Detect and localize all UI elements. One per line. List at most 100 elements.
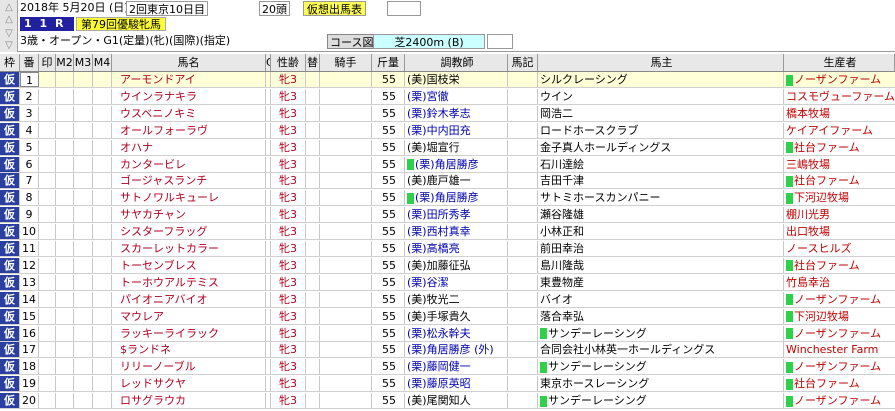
- horse-name[interactable]: リリーノーブル: [112, 359, 266, 375]
- table-row[interactable]: 仮 8 サトノワルキューレ 牝3 55 (栗)角居勝彦 サトミホースカンパニー 下河辺牧場: [0, 190, 895, 207]
- horse-name[interactable]: レッドサクヤ: [112, 376, 266, 392]
- mark2-cell[interactable]: [56, 393, 74, 409]
- memo-cell[interactable]: [508, 291, 538, 307]
- breeder-cell[interactable]: Winchester Farm: [784, 342, 895, 357]
- mark3-cell[interactable]: [74, 376, 93, 392]
- mark1-cell[interactable]: [39, 173, 56, 189]
- horse-name[interactable]: ウインラナキラ: [112, 88, 266, 104]
- jockey-cell[interactable]: [320, 122, 372, 138]
- blank-field[interactable]: [387, 1, 421, 16]
- mark3-cell[interactable]: [74, 359, 93, 375]
- table-row[interactable]: 仮 7 ゴージャスランチ 牝3 55 (美)鹿戸雄一 吉田千津 社台ファーム: [0, 173, 895, 190]
- mark2-cell[interactable]: [56, 274, 74, 290]
- jockey-cell[interactable]: [320, 376, 372, 392]
- mark3-cell[interactable]: [74, 291, 93, 307]
- owner-cell[interactable]: バイオ: [538, 291, 784, 307]
- mark4-cell[interactable]: [93, 224, 112, 240]
- jockey-cell[interactable]: [320, 325, 372, 341]
- col-mark4[interactable]: M4: [93, 54, 112, 71]
- breeder-cell[interactable]: 社台ファーム: [784, 140, 895, 155]
- mark2-cell[interactable]: [56, 72, 74, 87]
- mark1-cell[interactable]: [39, 122, 56, 138]
- col-weight[interactable]: 斤量: [372, 54, 405, 71]
- breeder-cell[interactable]: コスモヴューファーム: [784, 89, 895, 104]
- breeder-cell[interactable]: 下河辺牧場: [784, 190, 895, 205]
- trainer-cell[interactable]: (栗)藤岡健一: [405, 359, 508, 375]
- mark4-cell[interactable]: [93, 105, 112, 121]
- mark2-cell[interactable]: [56, 241, 74, 256]
- trainer-cell[interactable]: (栗)田所秀孝: [405, 207, 508, 223]
- mark3-cell[interactable]: [74, 325, 93, 341]
- horse-name[interactable]: シスターフラッグ: [112, 224, 266, 240]
- col-waku[interactable]: 枠: [0, 54, 20, 71]
- mark4-cell[interactable]: [93, 241, 112, 256]
- horse-name[interactable]: サヤカチャン: [112, 207, 266, 223]
- mark1-cell[interactable]: [39, 105, 56, 121]
- mark1-cell[interactable]: [39, 156, 56, 172]
- jockey-cell[interactable]: [320, 274, 372, 290]
- jockey-cell[interactable]: [320, 241, 372, 256]
- mode-label[interactable]: 仮想出馬表: [303, 1, 366, 16]
- mark4-cell[interactable]: [93, 207, 112, 223]
- breeder-cell[interactable]: ノーザンファーム: [784, 393, 895, 408]
- trainer-cell[interactable]: (栗)角居勝彦 (外): [405, 342, 508, 358]
- trainer-cell[interactable]: (美)加藤征弘: [405, 257, 508, 273]
- down-arrow-icon[interactable]: ▽ ▽: [1, 28, 17, 52]
- horse-name[interactable]: トーホウアルテミス: [112, 274, 266, 290]
- mark4-cell[interactable]: [93, 393, 112, 409]
- mark3-cell[interactable]: [74, 274, 93, 290]
- jockey-cell[interactable]: [320, 257, 372, 273]
- memo-cell[interactable]: [508, 257, 538, 273]
- trainer-cell[interactable]: (美)鹿戸雄一: [405, 173, 508, 189]
- jockey-cell[interactable]: [320, 359, 372, 375]
- mark3-cell[interactable]: [74, 190, 93, 206]
- trainer-cell[interactable]: (栗)角居勝彦: [405, 190, 508, 206]
- jockey-cell[interactable]: [320, 173, 372, 189]
- horse-name[interactable]: オハナ: [112, 139, 266, 155]
- mark4-cell[interactable]: [93, 342, 112, 358]
- course-map-button[interactable]: コース図: [327, 34, 377, 49]
- breeder-cell[interactable]: ノースヒルズ: [784, 241, 895, 256]
- memo-cell[interactable]: [508, 139, 538, 155]
- breeder-cell[interactable]: 出口牧場: [784, 224, 895, 239]
- breeder-cell[interactable]: 社台ファーム: [784, 173, 895, 188]
- jockey-cell[interactable]: [320, 88, 372, 104]
- mark4-cell[interactable]: [93, 173, 112, 189]
- mark3-cell[interactable]: [74, 224, 93, 240]
- table-row[interactable]: 仮 3 ウスベニノキミ 牝3 55 (栗)鈴木孝志 岡浩二 橋本牧場: [0, 105, 895, 122]
- col-trainer[interactable]: 調教師: [405, 54, 508, 71]
- mark4-cell[interactable]: [93, 88, 112, 104]
- horse-name[interactable]: $ランドネ: [112, 342, 266, 358]
- horse-name[interactable]: ラッキーライラック: [112, 325, 266, 341]
- memo-cell[interactable]: [508, 376, 538, 392]
- horse-name[interactable]: ウスベニノキミ: [112, 105, 266, 121]
- memo-cell[interactable]: [508, 325, 538, 341]
- mark3-cell[interactable]: [74, 105, 93, 121]
- mark2-cell[interactable]: [56, 105, 74, 121]
- jockey-cell[interactable]: [320, 308, 372, 324]
- col-breeder[interactable]: 生産者: [784, 54, 895, 71]
- table-row[interactable]: 仮 18 リリーノーブル 牝3 55 (栗)藤岡健一 サンデーレーシング ノーザンファーム: [0, 359, 895, 376]
- mark2-cell[interactable]: [56, 257, 74, 273]
- trainer-cell[interactable]: (栗)谷潔: [405, 274, 508, 290]
- mark4-cell[interactable]: [93, 359, 112, 375]
- mark4-cell[interactable]: [93, 291, 112, 307]
- horse-name[interactable]: オールフォーラヴ: [112, 122, 266, 138]
- col-swap[interactable]: 替: [306, 54, 320, 71]
- breeder-cell[interactable]: ノーザンファーム: [784, 359, 895, 374]
- mark4-cell[interactable]: [93, 122, 112, 138]
- horse-name[interactable]: アーモンドアイ: [112, 72, 266, 87]
- breeder-cell[interactable]: 社台ファーム: [784, 376, 895, 391]
- mark3-cell[interactable]: [74, 122, 93, 138]
- memo-cell[interactable]: [508, 190, 538, 206]
- course-blank-field[interactable]: [487, 34, 513, 49]
- memo-cell[interactable]: [508, 241, 538, 256]
- jockey-cell[interactable]: [320, 105, 372, 121]
- table-row[interactable]: 仮 2 ウインラナキラ 牝3 55 (栗)宮徹 ウイン コスモヴューファーム: [0, 88, 895, 105]
- mark3-cell[interactable]: [74, 88, 93, 104]
- horse-name[interactable]: トーセンブレス: [112, 257, 266, 273]
- col-memo[interactable]: 馬記: [508, 54, 538, 71]
- jockey-cell[interactable]: [320, 342, 372, 358]
- trainer-cell[interactable]: (栗)中内田充: [405, 122, 508, 138]
- table-row[interactable]: 仮 15 マウレア 牝3 55 (美)手塚貴久 落合幸弘 下河辺牧場: [0, 308, 895, 325]
